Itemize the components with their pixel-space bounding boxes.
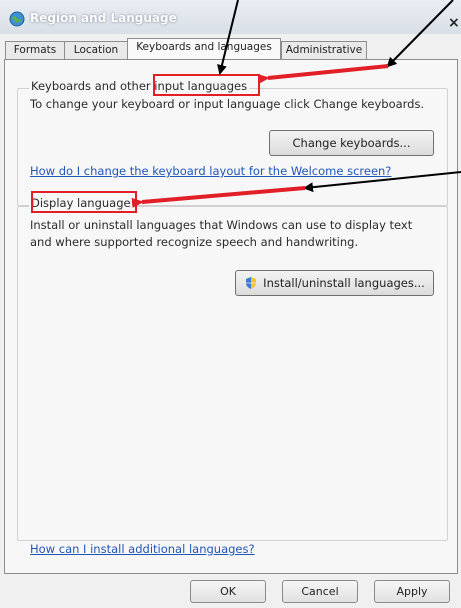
- annotation-arrows: [131, 0, 461, 208]
- black-arrow-to-input-languages: [217, 0, 239, 75]
- red-arrow-upper: [257, 64, 389, 84]
- red-arrow-lower: [131, 186, 306, 208]
- black-arrow-to-red-arrow-lower: [303, 171, 461, 193]
- black-arrow-to-red-arrow-upper: [386, 0, 454, 68]
- region-and-language-dialog: Region and Language × Formats Location K…: [0, 0, 461, 608]
